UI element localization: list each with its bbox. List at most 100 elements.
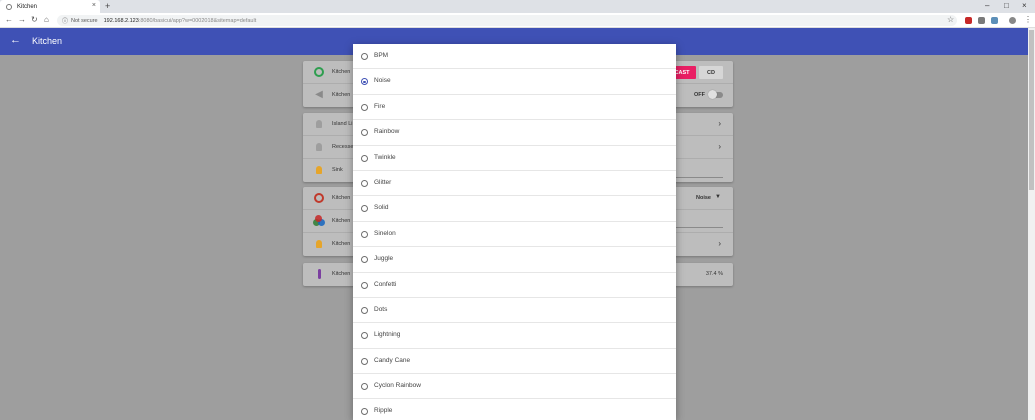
info-icon[interactable]: ⓘ <box>62 16 68 25</box>
bookmark-star-icon[interactable]: ☆ <box>947 15 954 24</box>
mode-selection-dialog: BPM Noise Fire Rainbow Twinkle Glitter Solid Si… <box>353 44 676 420</box>
option-label: Juggle <box>374 255 394 263</box>
radio-option[interactable]: Solid <box>353 196 676 222</box>
bulb-icon <box>313 118 325 130</box>
radio-button-icon[interactable] <box>361 78 368 86</box>
radio-button-icon[interactable] <box>361 179 368 187</box>
back-icon[interactable]: ← <box>5 15 13 24</box>
minimize-icon[interactable]: – <box>985 1 989 10</box>
item-label: Kitchen <box>332 271 351 277</box>
radio-button-icon[interactable] <box>361 230 368 238</box>
url-host: 192.168.2.123 <box>103 17 139 24</box>
option-label: Solid <box>374 204 389 212</box>
item-label: Kitchen <box>332 92 351 98</box>
radio-button-icon[interactable] <box>361 103 368 111</box>
browser-toolbar: ← → ↻ ⌂ ⓘ Not secure 192.168.2.123:8080/… <box>0 13 1035 28</box>
chevron-right-icon[interactable]: › <box>718 119 721 128</box>
security-label: Not secure <box>71 17 98 24</box>
option-label: Twinkle <box>374 153 396 161</box>
radio-button-icon[interactable] <box>361 129 368 137</box>
reload-icon[interactable]: ↻ <box>31 15 38 24</box>
option-label: Glitter <box>374 178 392 186</box>
power-icon <box>313 66 325 78</box>
radio-option[interactable]: Glitter <box>353 171 676 197</box>
radio-button-icon[interactable] <box>361 281 368 289</box>
new-tab-button[interactable]: + <box>105 1 110 11</box>
radio-button-icon[interactable] <box>361 205 368 213</box>
bulb-icon <box>313 238 325 250</box>
selection-value[interactable]: Noise <box>696 195 711 201</box>
address-bar[interactable]: ⓘ Not secure 192.168.2.123:8080/basicui/… <box>57 15 957 26</box>
thermometer-icon <box>313 268 325 280</box>
item-label: Sink <box>332 167 343 173</box>
radio-option[interactable]: Twinkle <box>353 146 676 171</box>
radio-option[interactable]: Candy Cane <box>353 349 676 375</box>
option-label: Rainbow <box>374 128 400 136</box>
option-label: Sinelon <box>374 229 396 237</box>
option-label: Ripple <box>374 407 393 415</box>
tab-title: Kitchen <box>17 3 38 10</box>
option-label: BPM <box>374 52 389 59</box>
home-icon[interactable]: ⌂ <box>44 15 49 24</box>
radio-option[interactable]: Cyclon Rainbow <box>353 374 676 400</box>
dropdown-arrow-icon[interactable]: ▼ <box>715 194 721 200</box>
extension-shield-icon[interactable] <box>965 17 972 24</box>
radio-button-icon[interactable] <box>361 408 368 416</box>
radio-button-icon[interactable] <box>361 332 368 340</box>
radio-button-icon[interactable] <box>361 306 368 314</box>
chevron-right-icon[interactable]: › <box>718 239 721 248</box>
radio-button-icon[interactable] <box>361 256 368 264</box>
forward-icon[interactable]: → <box>18 15 26 24</box>
radio-option[interactable]: Rainbow <box>353 120 676 146</box>
slider-track[interactable] <box>673 227 723 228</box>
maximize-icon[interactable]: □ <box>1004 1 1009 10</box>
profile-avatar-icon[interactable] <box>1009 17 1016 24</box>
radio-option[interactable]: Sinelon <box>353 222 676 248</box>
extension-icon[interactable] <box>978 17 985 24</box>
radio-option[interactable]: Dots <box>353 298 676 324</box>
close-window-icon[interactable]: × <box>1022 1 1027 10</box>
bulb-icon <box>313 164 325 176</box>
item-label: Island Li <box>332 121 353 127</box>
radio-option[interactable]: Juggle <box>353 247 676 273</box>
option-list: BPM Noise Fire Rainbow Twinkle Glitter Solid Si… <box>353 44 676 420</box>
chevron-right-icon[interactable]: › <box>718 142 721 151</box>
app-back-icon[interactable]: ← <box>10 34 21 46</box>
page-title: Kitchen <box>32 36 63 46</box>
radio-option[interactable]: Confetti <box>353 273 676 298</box>
radio-option[interactable]: BPM <box>353 44 676 70</box>
radio-button-icon[interactable] <box>361 154 368 162</box>
radio-option[interactable]: Ripple <box>353 399 676 420</box>
scrollbar-thumb[interactable] <box>1029 30 1034 190</box>
power-icon <box>313 192 325 204</box>
toggle-switch[interactable] <box>708 90 723 99</box>
option-label: Lightning <box>374 331 401 339</box>
page-favicon-icon <box>6 3 12 10</box>
radio-button-icon[interactable] <box>361 383 368 391</box>
browser-tab[interactable]: Kitchen × <box>0 0 100 13</box>
option-label: Fire <box>374 102 386 110</box>
close-tab-icon[interactable]: × <box>92 2 96 9</box>
radio-button-icon[interactable] <box>361 357 368 365</box>
menu-kebab-icon[interactable]: ⋮ <box>1024 15 1032 24</box>
option-label: Cyclon Rainbow <box>374 382 421 390</box>
browser-tab-strip: Kitchen × + – □ × <box>0 0 1035 13</box>
item-label: Kitchen <box>332 69 351 75</box>
radio-option[interactable]: Lightning <box>353 323 676 349</box>
item-label: Kitchen <box>332 241 351 247</box>
radio-option[interactable]: Noise <box>353 69 676 95</box>
cd-button[interactable]: CD <box>699 66 723 79</box>
switch-state: OFF <box>694 92 705 98</box>
item-label: Recesse <box>332 144 354 150</box>
option-label: Confetti <box>374 280 397 288</box>
option-label: Noise <box>374 77 391 85</box>
radio-option[interactable]: Fire <box>353 95 676 121</box>
url-path: :8080/basicui/app?w=0002018&sitemap=defa… <box>138 17 257 24</box>
sensor-value: 37.4 % <box>705 271 723 277</box>
extension-cast-icon[interactable] <box>991 17 998 24</box>
page-scrollbar[interactable] <box>1028 28 1035 420</box>
color-wheel-icon <box>313 215 325 227</box>
speaker-icon: ◀ <box>315 89 323 100</box>
radio-button-icon[interactable] <box>361 53 368 60</box>
slider-track[interactable] <box>673 177 723 178</box>
